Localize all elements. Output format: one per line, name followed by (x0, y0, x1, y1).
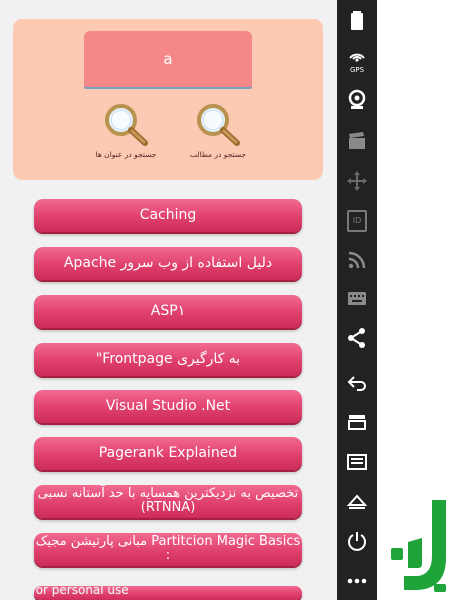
battery-icon (351, 11, 363, 30)
move-icon[interactable] (345, 169, 369, 193)
home-icon[interactable] (345, 489, 369, 513)
clapperboard-icon[interactable] (345, 129, 369, 153)
app-screen: a جستجو در مطالب جستجو در عنوان ها Cachi… (0, 0, 337, 600)
menu-item-apache[interactable]: دلیل استفاده از وب سرور Apache (34, 247, 302, 280)
android-side-bar: GPS ID (337, 0, 377, 600)
menu-icon[interactable] (345, 450, 369, 474)
id-icon[interactable]: ID (345, 208, 369, 232)
menu-item-frontpage[interactable]: به کارگیری Frontpage" (34, 343, 302, 376)
topic-list: Caching دلیل استفاده از وب سرور Apache A… (0, 0, 337, 600)
menu-item-caching[interactable]: Caching (34, 199, 302, 232)
menu-item-partition-magic[interactable]: Partitcion Magic Basics مبانی پارتیشن مج… (34, 533, 302, 566)
recent-apps-icon[interactable] (345, 410, 369, 434)
menu-item-asp[interactable]: ASP۱ (34, 295, 302, 328)
watermark-text: free for personal use (4, 583, 129, 597)
back-icon[interactable] (345, 371, 369, 395)
app-store-logo (391, 500, 446, 592)
menu-item-rtnna[interactable]: تخصیص به نزدیکترین همسایه با حد آستانه ن… (34, 485, 302, 518)
camera-icon[interactable] (345, 88, 369, 112)
menu-item-visual-studio[interactable]: Visual Studio .Net (34, 390, 302, 423)
rss-icon[interactable] (345, 248, 369, 272)
gps-label: GPS (349, 66, 365, 74)
keyboard-icon[interactable] (345, 287, 369, 311)
menu-item-pagerank[interactable]: Pagerank Explained (34, 437, 302, 470)
power-icon[interactable] (345, 529, 369, 553)
gps-icon[interactable]: GPS (345, 47, 369, 74)
more-icon[interactable] (345, 569, 369, 593)
share-icon[interactable] (345, 326, 369, 350)
id-label: ID (347, 210, 367, 232)
